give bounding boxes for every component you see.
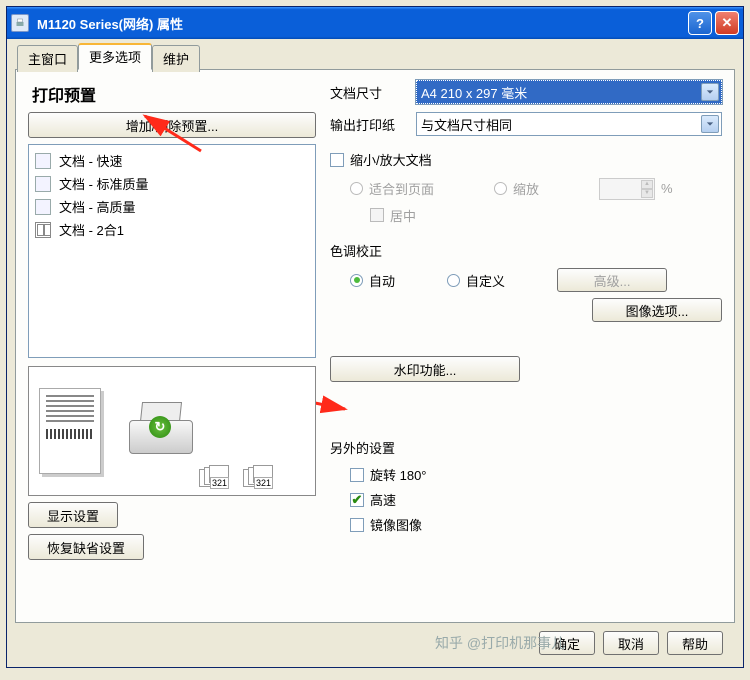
close-button[interactable]: ✕ <box>715 11 739 35</box>
checkbox-icon <box>370 208 384 222</box>
scale-checkbox[interactable]: 缩小/放大文档 <box>330 150 432 169</box>
preset-item[interactable]: 文档 - 快速 <box>35 149 309 172</box>
watermark-button[interactable]: 水印功能... <box>330 356 520 382</box>
document-preview-icon <box>39 388 101 474</box>
preset-label: 文档 - 2合1 <box>59 220 124 239</box>
restore-defaults-button[interactable]: 恢复缺省设置 <box>28 534 144 560</box>
chevron-down-icon <box>701 115 719 133</box>
color-correction-heading: 色调校正 <box>330 241 722 260</box>
output-paper-value: 与文档尺寸相同 <box>421 115 512 134</box>
preset-label: 文档 - 标准质量 <box>59 174 149 193</box>
zoom-radio: 缩放 <box>494 179 539 198</box>
checkbox-icon <box>350 468 364 482</box>
checkbox-icon <box>330 153 344 167</box>
stack-icon: 321 <box>243 465 273 489</box>
chevron-down-icon <box>701 83 719 101</box>
document-icon <box>35 199 51 215</box>
tab-more-options[interactable]: 更多选项 <box>78 43 152 70</box>
help-button[interactable]: ? <box>688 11 712 35</box>
color-custom-radio[interactable]: 自定义 <box>447 271 505 290</box>
rotate-180-checkbox[interactable]: 旋转 180° <box>350 465 722 484</box>
center-checkbox: 居中 <box>370 206 416 225</box>
tab-strip: 主窗口 更多选项 维护 <box>15 43 735 70</box>
preset-item[interactable]: 文档 - 2合1 <box>35 218 309 241</box>
radio-icon <box>447 274 460 287</box>
preset-item[interactable]: 文档 - 标准质量 <box>35 172 309 195</box>
dialog-footer: 知乎 @打印机那事儿 确定 取消 帮助 <box>15 623 735 659</box>
presets-heading: 打印预置 <box>32 82 316 106</box>
radio-icon <box>350 182 363 195</box>
advanced-button: 高级... <box>557 268 667 292</box>
printer-preview-icon: ↻ <box>125 402 197 460</box>
tab-maintenance[interactable]: 维护 <box>152 45 200 72</box>
output-paper-dropdown[interactable]: 与文档尺寸相同 <box>416 112 722 136</box>
checkbox-icon <box>350 518 364 532</box>
checkbox-checked-icon: ✔ <box>350 493 364 507</box>
window-title: M1120 Series(网络) 属性 <box>37 14 183 33</box>
document-icon <box>35 153 51 169</box>
color-auto-radio[interactable]: 自动 <box>350 271 395 290</box>
preset-item[interactable]: 文档 - 高质量 <box>35 195 309 218</box>
tab-main[interactable]: 主窗口 <box>17 45 78 72</box>
add-remove-presets-button[interactable]: 增加/删除预置... <box>28 112 316 138</box>
document-icon <box>35 176 51 192</box>
preset-label: 文档 - 高质量 <box>59 197 136 216</box>
watermark-text: 知乎 @打印机那事儿 <box>435 633 565 653</box>
radio-icon <box>494 182 507 195</box>
radio-icon <box>350 274 363 287</box>
preset-label: 文档 - 快速 <box>59 151 123 170</box>
show-settings-button[interactable]: 显示设置 <box>28 502 118 528</box>
high-speed-checkbox[interactable]: ✔ 高速 <box>350 490 722 509</box>
cancel-button[interactable]: 取消 <box>603 631 659 655</box>
doc-size-value: A4 210 x 297 毫米 <box>421 83 527 102</box>
extra-settings-heading: 另外的设置 <box>330 438 722 457</box>
preset-preview: ↻ 321 321 <box>28 366 316 496</box>
image-options-button[interactable]: 图像选项... <box>592 298 722 322</box>
output-paper-label: 输出打印纸 <box>330 115 416 134</box>
titlebar: M1120 Series(网络) 属性 ? ✕ <box>7 7 743 39</box>
doc-size-dropdown[interactable]: A4 210 x 297 毫米 <box>416 80 722 104</box>
zoom-percent-spinner: ▲▼ <box>599 178 655 200</box>
stack-icon: 321 <box>199 465 229 489</box>
two-up-icon <box>35 222 51 238</box>
doc-size-label: 文档尺寸 <box>330 83 416 102</box>
help-button[interactable]: 帮助 <box>667 631 723 655</box>
mirror-image-checkbox[interactable]: 镜像图像 <box>350 515 722 534</box>
tab-panel: 打印预置 增加/删除预置... 文档 - 快速 文档 - 标准质量 文档 - 高… <box>15 69 735 623</box>
fit-to-page-radio: 适合到页面 <box>350 179 434 198</box>
preset-list[interactable]: 文档 - 快速 文档 - 标准质量 文档 - 高质量 文档 - 2合1 <box>28 144 316 358</box>
printer-icon <box>11 14 29 32</box>
